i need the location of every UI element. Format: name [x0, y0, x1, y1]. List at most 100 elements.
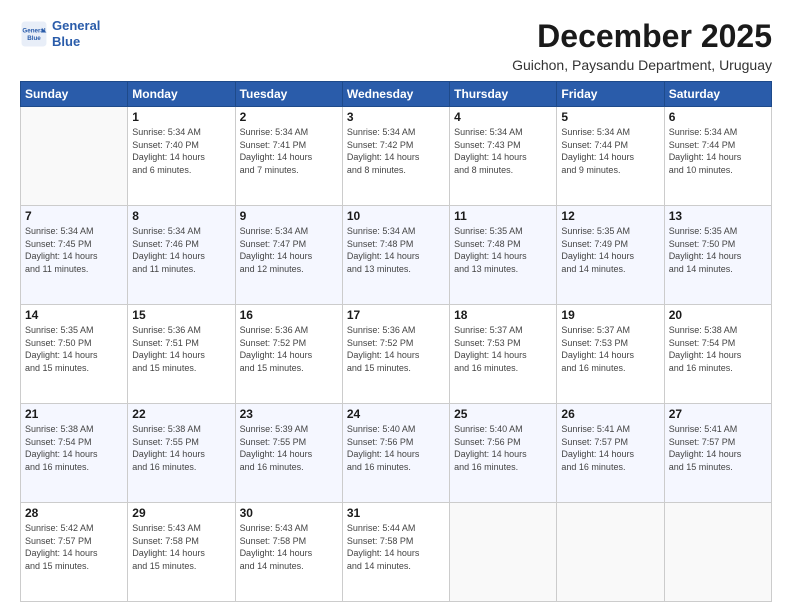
day-number: 31	[347, 506, 445, 520]
header-day-saturday: Saturday	[664, 82, 771, 107]
calendar-cell: 31 Sunrise: 5:44 AM Sunset: 7:58 PM Dayli…	[342, 503, 449, 602]
calendar-cell: 30Sunrise: 5:43 AM Sunset: 7:58 PM Dayli…	[235, 503, 342, 602]
calendar-cell: 21 Sunrise: 5:38 AM Sunset: 7:54 PM Dayli…	[21, 404, 128, 503]
logo-text: General Blue	[52, 18, 100, 49]
calendar-week-2: 7Sunrise: 5:34 AM Sunset: 7:45 PM Daylig…	[21, 206, 772, 305]
calendar-cell: 27Sunrise: 5:41 AM Sunset: 7:57 PM Dayli…	[664, 404, 771, 503]
day-info: Sunrise: 5:42 AM Sunset: 7:57 PM Dayligh…	[25, 522, 123, 572]
day-number: 12	[561, 209, 659, 223]
day-number: 9	[240, 209, 338, 223]
header-day-thursday: Thursday	[450, 82, 557, 107]
calendar-cell: 29 Sunrise: 5:43 AM Sunset: 7:58 PM Dayli…	[128, 503, 235, 602]
title-block: December 2025 Guichon, Paysandu Departme…	[512, 18, 772, 73]
day-number: 29	[132, 506, 230, 520]
calendar-cell: 22 Sunrise: 5:38 AM Sunset: 7:55 PM Dayli…	[128, 404, 235, 503]
day-number: 25	[454, 407, 552, 421]
day-info: Sunrise: 5:40 AM Sunset: 7:56 PM Dayligh…	[347, 423, 445, 473]
day-info: Sunrise: 5:41 AM Sunset: 7:57 PM Dayligh…	[561, 423, 659, 473]
day-number: 15	[132, 308, 230, 322]
calendar-cell: 2 Sunrise: 5:34 AM Sunset: 7:41 PM Daylig…	[235, 107, 342, 206]
day-number: 18	[454, 308, 552, 322]
day-number: 30	[240, 506, 338, 520]
day-number: 22	[132, 407, 230, 421]
day-info: Sunrise: 5:36 AM Sunset: 7:51 PM Dayligh…	[132, 324, 230, 374]
day-number: 24	[347, 407, 445, 421]
calendar-cell: 26 Sunrise: 5:41 AM Sunset: 7:57 PM Dayli…	[557, 404, 664, 503]
calendar-cell: 25 Sunrise: 5:40 AM Sunset: 7:56 PM Dayli…	[450, 404, 557, 503]
calendar-cell: 5Sunrise: 5:34 AM Sunset: 7:44 PM Daylig…	[557, 107, 664, 206]
day-info: Sunrise: 5:34 AM Sunset: 7:41 PM Dayligh…	[240, 126, 338, 176]
day-info: Sunrise: 5:34 AM Sunset: 7:44 PM Dayligh…	[561, 126, 659, 176]
calendar-cell: 28 Sunrise: 5:42 AM Sunset: 7:57 PM Dayli…	[21, 503, 128, 602]
day-info: Sunrise: 5:34 AM Sunset: 7:44 PM Dayligh…	[669, 126, 767, 176]
header-day-tuesday: Tuesday	[235, 82, 342, 107]
day-number: 16	[240, 308, 338, 322]
day-info: Sunrise: 5:37 AM Sunset: 7:53 PM Dayligh…	[561, 324, 659, 374]
page: General Blue General Blue December 2025 …	[0, 0, 792, 612]
calendar-cell: 18 Sunrise: 5:37 AM Sunset: 7:53 PM Dayli…	[450, 305, 557, 404]
logo-line2: Blue	[52, 34, 80, 49]
day-info: Sunrise: 5:34 AM Sunset: 7:42 PM Dayligh…	[347, 126, 445, 176]
day-info: Sunrise: 5:37 AM Sunset: 7:53 PM Dayligh…	[454, 324, 552, 374]
header-day-wednesday: Wednesday	[342, 82, 449, 107]
day-number: 4	[454, 110, 552, 124]
svg-text:Blue: Blue	[27, 35, 41, 42]
day-info: Sunrise: 5:34 AM Sunset: 7:43 PM Dayligh…	[454, 126, 552, 176]
calendar-cell: 11 Sunrise: 5:35 AM Sunset: 7:48 PM Dayli…	[450, 206, 557, 305]
day-info: Sunrise: 5:39 AM Sunset: 7:55 PM Dayligh…	[240, 423, 338, 473]
day-number: 8	[132, 209, 230, 223]
calendar-header-row: SundayMondayTuesdayWednesdayThursdayFrid…	[21, 82, 772, 107]
main-title: December 2025	[512, 18, 772, 55]
day-number: 6	[669, 110, 767, 124]
subtitle: Guichon, Paysandu Department, Uruguay	[512, 57, 772, 73]
calendar-cell: 10 Sunrise: 5:34 AM Sunset: 7:48 PM Dayli…	[342, 206, 449, 305]
day-number: 26	[561, 407, 659, 421]
day-info: Sunrise: 5:34 AM Sunset: 7:45 PM Dayligh…	[25, 225, 123, 275]
day-info: Sunrise: 5:44 AM Sunset: 7:58 PM Dayligh…	[347, 522, 445, 572]
day-info: Sunrise: 5:40 AM Sunset: 7:56 PM Dayligh…	[454, 423, 552, 473]
calendar-cell: 1 Sunrise: 5:34 AM Sunset: 7:40 PM Daylig…	[128, 107, 235, 206]
day-number: 3	[347, 110, 445, 124]
day-info: Sunrise: 5:34 AM Sunset: 7:46 PM Dayligh…	[132, 225, 230, 275]
calendar-cell: 3 Sunrise: 5:34 AM Sunset: 7:42 PM Daylig…	[342, 107, 449, 206]
calendar-cell: 8 Sunrise: 5:34 AM Sunset: 7:46 PM Daylig…	[128, 206, 235, 305]
day-info: Sunrise: 5:38 AM Sunset: 7:54 PM Dayligh…	[669, 324, 767, 374]
day-info: Sunrise: 5:35 AM Sunset: 7:48 PM Dayligh…	[454, 225, 552, 275]
header: General Blue General Blue December 2025 …	[20, 18, 772, 73]
day-number: 17	[347, 308, 445, 322]
day-info: Sunrise: 5:35 AM Sunset: 7:50 PM Dayligh…	[669, 225, 767, 275]
day-info: Sunrise: 5:34 AM Sunset: 7:40 PM Dayligh…	[132, 126, 230, 176]
day-number: 13	[669, 209, 767, 223]
day-info: Sunrise: 5:35 AM Sunset: 7:49 PM Dayligh…	[561, 225, 659, 275]
day-info: Sunrise: 5:38 AM Sunset: 7:55 PM Dayligh…	[132, 423, 230, 473]
header-day-friday: Friday	[557, 82, 664, 107]
day-number: 10	[347, 209, 445, 223]
day-info: Sunrise: 5:35 AM Sunset: 7:50 PM Dayligh…	[25, 324, 123, 374]
day-info: Sunrise: 5:38 AM Sunset: 7:54 PM Dayligh…	[25, 423, 123, 473]
calendar-cell	[664, 503, 771, 602]
day-number: 23	[240, 407, 338, 421]
day-info: Sunrise: 5:34 AM Sunset: 7:48 PM Dayligh…	[347, 225, 445, 275]
day-number: 11	[454, 209, 552, 223]
day-info: Sunrise: 5:41 AM Sunset: 7:57 PM Dayligh…	[669, 423, 767, 473]
day-number: 2	[240, 110, 338, 124]
day-info: Sunrise: 5:43 AM Sunset: 7:58 PM Dayligh…	[132, 522, 230, 572]
logo-icon: General Blue	[20, 20, 48, 48]
calendar-cell: 9Sunrise: 5:34 AM Sunset: 7:47 PM Daylig…	[235, 206, 342, 305]
calendar-cell: 13 Sunrise: 5:35 AM Sunset: 7:50 PM Dayli…	[664, 206, 771, 305]
logo: General Blue General Blue	[20, 18, 100, 49]
day-number: 20	[669, 308, 767, 322]
calendar-table: SundayMondayTuesdayWednesdayThursdayFrid…	[20, 81, 772, 602]
calendar-cell: 12 Sunrise: 5:35 AM Sunset: 7:49 PM Dayli…	[557, 206, 664, 305]
day-number: 28	[25, 506, 123, 520]
day-info: Sunrise: 5:36 AM Sunset: 7:52 PM Dayligh…	[347, 324, 445, 374]
day-number: 1	[132, 110, 230, 124]
day-number: 14	[25, 308, 123, 322]
header-day-monday: Monday	[128, 82, 235, 107]
calendar-cell: 24 Sunrise: 5:40 AM Sunset: 7:56 PM Dayli…	[342, 404, 449, 503]
day-number: 21	[25, 407, 123, 421]
calendar-cell: 20 Sunrise: 5:38 AM Sunset: 7:54 PM Dayli…	[664, 305, 771, 404]
calendar-cell: 23 Sunrise: 5:39 AM Sunset: 7:55 PM Dayli…	[235, 404, 342, 503]
calendar-cell: 6 Sunrise: 5:34 AM Sunset: 7:44 PM Daylig…	[664, 107, 771, 206]
calendar-cell: 14 Sunrise: 5:35 AM Sunset: 7:50 PM Dayli…	[21, 305, 128, 404]
